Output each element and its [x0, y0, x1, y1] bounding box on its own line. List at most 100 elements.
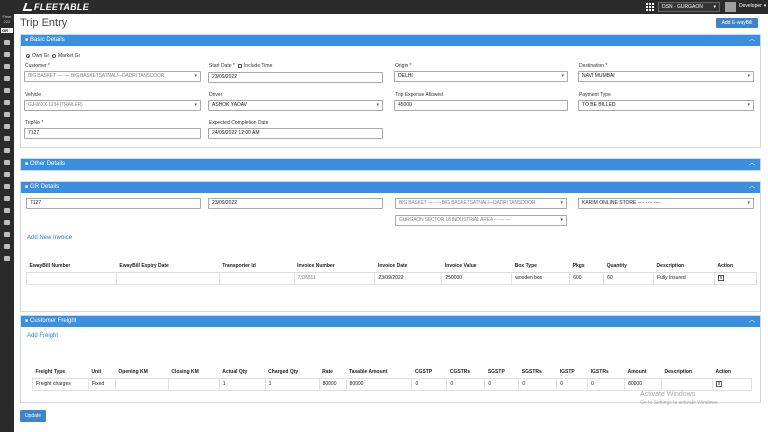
chevron-up-icon[interactable]: ︿	[749, 316, 755, 327]
table-cell: Fixed	[88, 378, 116, 391]
reports-icon[interactable]	[4, 64, 10, 69]
user-icon[interactable]	[4, 172, 10, 177]
user-menu[interactable]: Developer ▾	[739, 2, 766, 11]
vehicle-value: GJ-06XX-1234 (TRAILER)	[28, 102, 83, 108]
table-cell	[219, 272, 295, 285]
folder-icon[interactable]	[4, 124, 10, 129]
include-time-checkbox[interactable]	[238, 64, 242, 68]
update-button[interactable]: Update	[20, 410, 46, 422]
panel-icon: ■	[25, 37, 29, 43]
chevron-down-icon: ▾	[713, 4, 716, 10]
market-gr-radio[interactable]	[52, 54, 56, 58]
building-icon[interactable]	[4, 100, 10, 105]
table-cell: 0	[556, 378, 589, 391]
column-header: Box Type	[511, 260, 570, 273]
table-cell: wooden box	[511, 272, 571, 285]
completion-date-field[interactable]: 24/09/2022 12:00 AM	[208, 128, 383, 139]
column-header: IGSTRs	[587, 366, 625, 379]
chart-icon[interactable]	[4, 244, 10, 249]
app-logo[interactable]: FLEETABLE	[34, 2, 89, 12]
table-cell: 0	[484, 378, 520, 391]
table-cell: 1	[219, 378, 266, 391]
gr-number-field[interactable]: 7127	[26, 198, 201, 209]
table-cell: 250000	[441, 272, 513, 285]
tripno-field[interactable]: 7127	[24, 128, 201, 139]
chevron-up-icon[interactable]: ︿	[749, 35, 755, 46]
add-ewaybill-button[interactable]: Add E-wayBill	[716, 18, 758, 28]
customer-select[interactable]: BIG BASKET ---- ---- BIG BASKETSATNALI--…	[24, 71, 201, 82]
sidebar-badge[interactable]: GR	[1, 28, 13, 33]
chevron-up-icon[interactable]: ︿	[749, 182, 755, 193]
column-header: Closing KM	[168, 366, 220, 379]
delete-freight-button[interactable]: x	[715, 381, 722, 387]
column-header: SGSTP	[484, 366, 519, 379]
watermark-title: Activate Windows	[640, 391, 696, 398]
chevron-down-icon: ▾	[560, 217, 563, 223]
chevron-down-icon: ▾	[747, 200, 750, 206]
add-freight-link[interactable]: Add Freight	[27, 333, 58, 339]
dashboard-icon[interactable]	[4, 40, 10, 45]
consignor-value: BIG BASKET ---- ---- BIG BASKETSATNALI--…	[399, 200, 536, 206]
basic-details-panel: ■ Basic Details ︿ Own Gr Market Gr Custome…	[20, 34, 761, 148]
briefcase-icon[interactable]	[4, 112, 10, 117]
table-cell: 0	[446, 378, 486, 391]
payment-type-value: TO BE BILLED	[582, 102, 616, 108]
table-cell: 0	[587, 378, 626, 391]
trip-expense-label: Trip Expense Allowed	[395, 92, 443, 98]
truck-icon[interactable]	[4, 88, 10, 93]
destination-select[interactable]: NAVI MUMBAI ▾	[578, 71, 754, 82]
logout-icon[interactable]	[4, 256, 10, 261]
column-header: Description	[653, 260, 715, 273]
column-header: IGSTP	[556, 366, 588, 379]
include-time-label: Include Time	[244, 63, 273, 69]
table-icon[interactable]	[4, 220, 10, 225]
delete-invoice-button[interactable]: x	[717, 275, 724, 281]
start-date-label: Start Date *	[209, 63, 235, 69]
driver-value: ASHOK YADAV	[212, 102, 248, 108]
table-cell	[168, 378, 220, 391]
own-gr-label: Own Gr	[32, 53, 50, 59]
users-icon[interactable]	[4, 76, 10, 81]
driver-select[interactable]: ASHOK YADAV ▾	[208, 100, 383, 111]
file-icon[interactable]	[4, 184, 10, 189]
basic-details-header[interactable]: ■ Basic Details ︿	[21, 35, 760, 46]
customer-freight-header[interactable]: ■ Customer Freight ︿	[21, 316, 760, 327]
start-date-field[interactable]: 23/09/2022	[208, 72, 383, 83]
column-header: Transporter Id	[219, 260, 295, 273]
watermark-subtitle: Go to Settings to activate Windows.	[640, 400, 719, 406]
apps-grid-icon[interactable]	[646, 3, 654, 11]
car-icon[interactable]	[4, 136, 10, 141]
consignee-select[interactable]: KARIM ONLINE STORE ---- ---- ---- ▾	[578, 198, 754, 209]
document-icon[interactable]	[4, 196, 10, 201]
send-icon[interactable]	[4, 160, 10, 165]
gr-date-field[interactable]: 23/09/2022	[208, 198, 383, 209]
list-icon[interactable]	[4, 148, 10, 153]
chevron-down-icon: ▾	[561, 73, 564, 79]
column-header: Description	[661, 366, 713, 379]
column-header: Opening KM	[115, 366, 169, 379]
table-row: Freight charges Fixed 1 1 80000 80000 0 …	[32, 378, 753, 391]
address-select[interactable]: GURGAON SECTOR 18 INDUSTRIAL AREA -- ---…	[395, 215, 567, 226]
chevron-down-icon: ▾	[194, 73, 197, 79]
gr-details-header[interactable]: ■ GR Details ︿	[21, 182, 760, 193]
freight-table-header: Freight Type Unit Opening KM Closing KM …	[32, 366, 752, 379]
sidebar-header-line: 222	[3, 19, 11, 24]
avatar[interactable]	[725, 2, 736, 12]
add-new-invoice-link[interactable]: Add New Invoice	[27, 235, 72, 241]
table-cell: 1	[265, 378, 320, 391]
completion-date-label: Expected Completion Date	[209, 120, 269, 126]
origin-select[interactable]: DELHI ▾	[394, 71, 568, 82]
chevron-up-icon[interactable]: ︿	[749, 159, 755, 170]
trip-expense-field[interactable]: 45000	[394, 100, 568, 111]
tripno-label: TripNo *	[25, 120, 44, 126]
consignor-select[interactable]: BIG BASKET ---- ---- BIG BASKETSATNALI--…	[395, 198, 567, 209]
settings-icon[interactable]	[4, 52, 10, 57]
branch-selector[interactable]: DSN - GURGAON ▾	[658, 2, 720, 12]
tag-icon[interactable]	[4, 208, 10, 213]
own-gr-radio[interactable]	[26, 54, 30, 58]
vehicle-select[interactable]: GJ-06XX-1234 (TRAILER) ▾	[24, 100, 201, 111]
table-cell: 0	[411, 378, 448, 391]
payment-type-select[interactable]: TO BE BILLED ▾	[578, 100, 754, 111]
bus-icon[interactable]	[4, 232, 10, 237]
other-details-header[interactable]: ■ Other Details ︿	[21, 159, 760, 170]
